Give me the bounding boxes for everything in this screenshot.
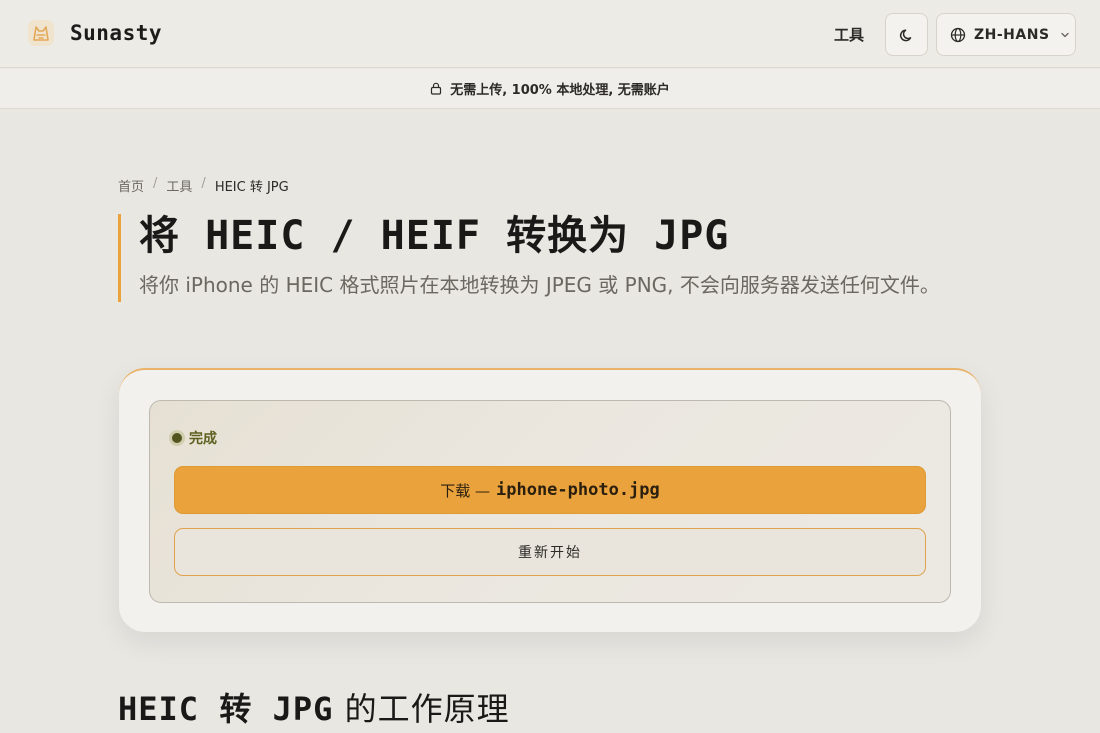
banner-text: 无需上传, 100% 本地处理, 无需账户 bbox=[450, 83, 670, 98]
breadcrumb-current: HEIC 转 JPG bbox=[214, 180, 289, 195]
chevron-down-icon bbox=[1060, 32, 1069, 37]
page-title: 将 HEIC / HEIF 转换为 JPG bbox=[139, 213, 730, 259]
nav-tools-link[interactable]: 工具 bbox=[834, 24, 864, 45]
result-panel: 完成 下载 — iphone-photo.jpg 重新开始 bbox=[149, 400, 951, 603]
brand-name: Sunasty bbox=[70, 21, 163, 45]
top-navigation-bar: Sunasty 工具 ZH-HANS bbox=[0, 0, 1100, 68]
language-label: ZH-HANS bbox=[974, 26, 1050, 43]
breadcrumb-home[interactable]: 首页 bbox=[118, 176, 144, 195]
breadcrumb-separator: / bbox=[153, 176, 158, 191]
lock-icon bbox=[431, 82, 442, 95]
section-heading-rest: 的工作原理 bbox=[333, 690, 510, 728]
download-filename: iphone-photo.jpg bbox=[496, 480, 660, 500]
section-heading: HEIC 转 JPG 的工作原理 bbox=[118, 684, 510, 730]
status-indicator: 完成 bbox=[172, 428, 217, 448]
privacy-banner: 无需上传, 100% 本地处理, 无需账户 bbox=[0, 69, 1100, 109]
download-label: 下载 — bbox=[440, 481, 490, 500]
status-label: 完成 bbox=[189, 431, 217, 447]
theme-toggle-button[interactable] bbox=[885, 13, 928, 56]
status-dot bbox=[172, 433, 182, 443]
converter-card: 完成 下载 — iphone-photo.jpg 重新开始 bbox=[119, 368, 981, 632]
breadcrumb: 首页 / 工具 / HEIC 转 JPG bbox=[118, 176, 289, 195]
brand-link[interactable]: Sunasty bbox=[26, 18, 162, 48]
page-subtitle: 将你 iPhone 的 HEIC 格式照片在本地转换为 JPEG 或 PNG, … bbox=[139, 273, 940, 297]
globe-icon bbox=[950, 27, 966, 42]
breadcrumb-separator: / bbox=[201, 176, 206, 191]
moon-icon bbox=[899, 28, 911, 41]
download-button[interactable]: 下载 — iphone-photo.jpg bbox=[174, 466, 926, 514]
breadcrumb-tools[interactable]: 工具 bbox=[166, 176, 192, 195]
page-header: 将 HEIC / HEIF 转换为 JPG 将你 iPhone 的 HEIC 格… bbox=[118, 214, 948, 302]
language-selector[interactable]: ZH-HANS bbox=[936, 13, 1076, 56]
restart-button[interactable]: 重新开始 bbox=[174, 528, 926, 576]
section-heading-mono: HEIC 转 JPG bbox=[118, 690, 334, 728]
fox-logo-icon bbox=[28, 20, 54, 46]
